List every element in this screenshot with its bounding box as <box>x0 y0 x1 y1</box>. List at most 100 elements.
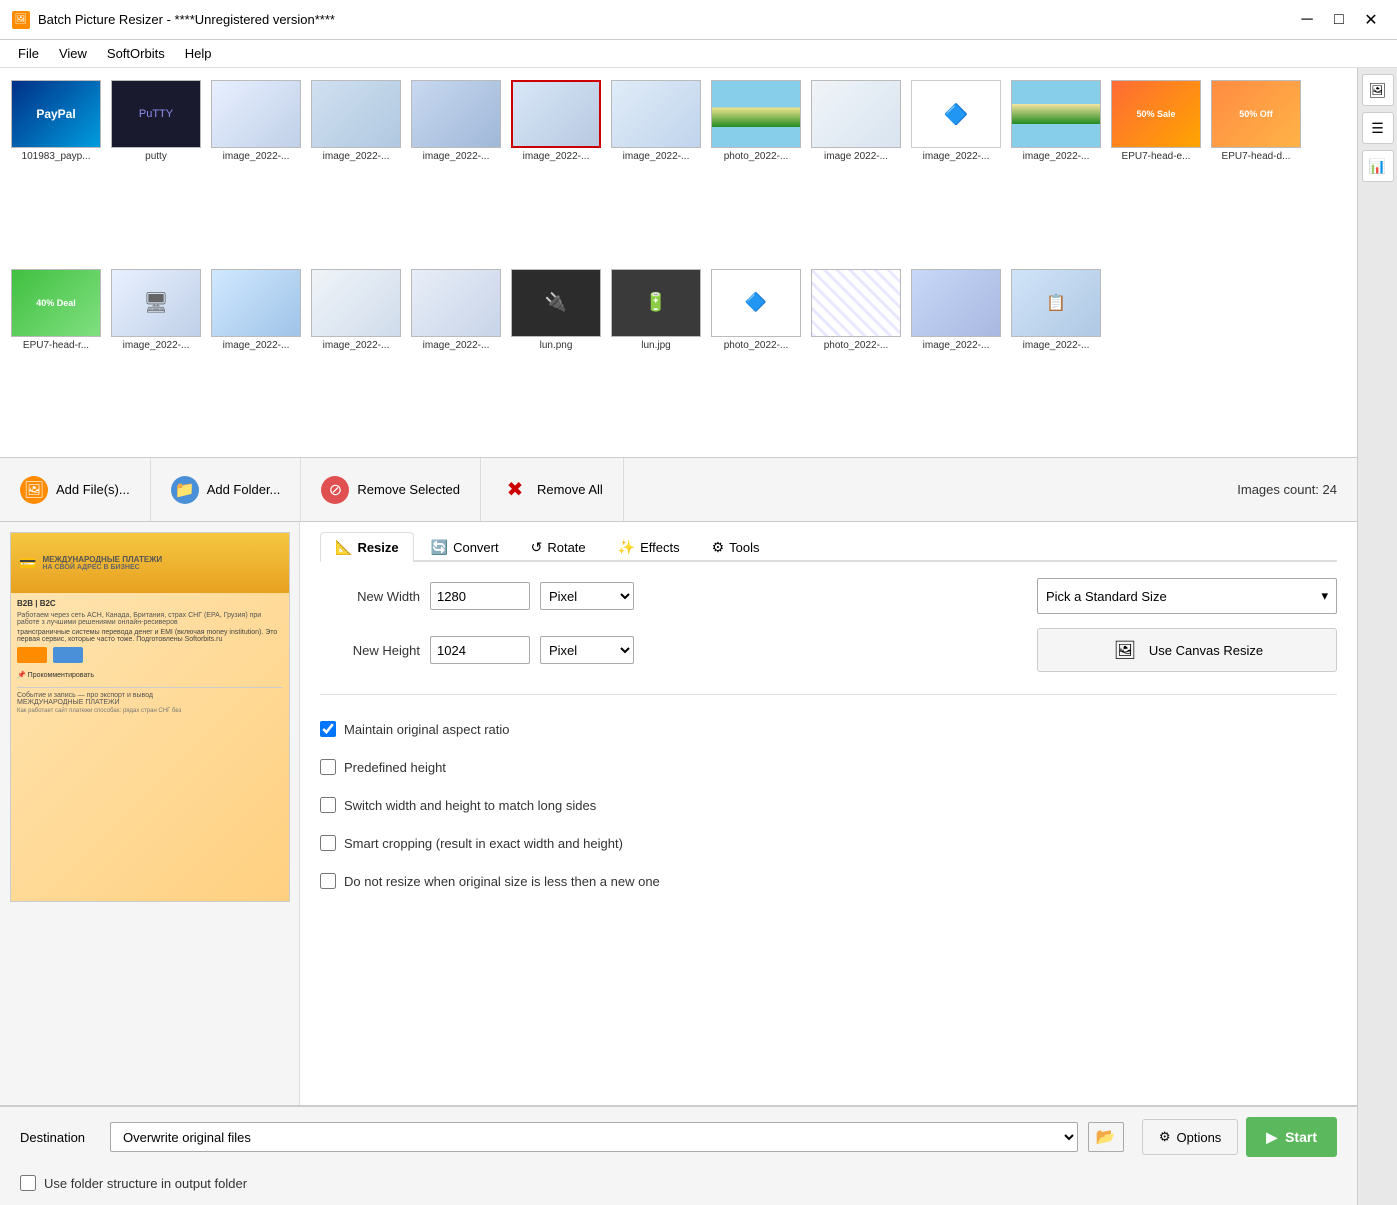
new-width-unit-select[interactable]: Pixel Percent Centimeter Inch <box>540 582 634 610</box>
standard-size-dropdown[interactable]: Pick a Standard Size ▾ <box>1037 578 1337 614</box>
thumbnail: 🔋 <box>611 269 701 337</box>
thumbnails-icon: 🖼 <box>1369 82 1387 99</box>
list-item[interactable]: 🖥 image_2022-... <box>108 265 204 450</box>
smart-cropping-label[interactable]: Smart cropping (result in exact width an… <box>344 836 623 851</box>
list-item[interactable]: image_2022-... <box>208 265 304 450</box>
list-item[interactable]: image_2022-... <box>408 265 504 450</box>
smart-cropping-checkbox[interactable] <box>320 835 336 851</box>
tab-resize[interactable]: 📐 Resize <box>320 532 414 562</box>
thumb-label: image_2022-... <box>223 151 290 162</box>
list-item[interactable]: photo_2022-... <box>708 76 804 261</box>
thumbnail <box>311 80 401 148</box>
remove-all-button[interactable]: ✖ Remove All <box>481 458 624 521</box>
resize-form: New Width Pixel Percent Centimeter Inch <box>320 578 1337 893</box>
menu-file[interactable]: File <box>8 42 49 65</box>
list-item[interactable]: image_2022-... <box>1008 76 1104 261</box>
sidebar-thumbnails-button[interactable]: 🖼 <box>1362 74 1394 106</box>
thumb-label: image_2022-... <box>923 151 990 162</box>
menu-view[interactable]: View <box>49 42 97 65</box>
destination-select[interactable]: Overwrite original files Save to folder … <box>110 1122 1078 1152</box>
remove-selected-button[interactable]: ⊘ Remove Selected <box>301 458 481 521</box>
sidebar-grid-button[interactable]: 📊 <box>1362 150 1394 182</box>
thumbnail <box>811 80 901 148</box>
thumb-label: lun.jpg <box>641 340 670 351</box>
divider <box>320 694 1337 695</box>
options-label: Options <box>1177 1130 1222 1145</box>
thumb-label: image_2022-... <box>123 340 190 351</box>
tab-convert[interactable]: 🔄 Convert <box>416 532 514 562</box>
menu-help[interactable]: Help <box>175 42 222 65</box>
tab-tools[interactable]: ⚙ Tools <box>697 532 775 562</box>
thumbnail: 🔌 <box>511 269 601 337</box>
tools-tab-icon: ⚙ <box>712 539 725 556</box>
tab-effects[interactable]: ✨ Effects <box>603 532 695 562</box>
list-item[interactable]: 🔷 photo_2022-... <box>708 265 804 450</box>
thumb-label: image 2022-... <box>824 151 888 162</box>
tab-rotate[interactable]: ↺ Rotate <box>516 532 601 562</box>
remove-all-icon: ✖ <box>501 476 529 504</box>
list-item[interactable]: image_2022-... <box>308 265 404 450</box>
no-resize-label[interactable]: Do not resize when original size is less… <box>344 874 660 889</box>
window-title: Batch Picture Resizer - ****Unregistered… <box>38 12 335 27</box>
start-button[interactable]: ▶ Start <box>1246 1117 1337 1157</box>
list-item[interactable]: image_2022-... <box>208 76 304 261</box>
list-item[interactable]: image_2022-... <box>508 76 604 261</box>
list-item[interactable]: image_2022-... <box>308 76 404 261</box>
switch-wh-label[interactable]: Switch width and height to match long si… <box>344 798 596 813</box>
list-item[interactable]: 🔋 lun.jpg <box>608 265 704 450</box>
list-item[interactable]: PayPal 101983_payp... <box>8 76 104 261</box>
thumb-label: EPU7-head-r... <box>23 340 89 351</box>
list-item[interactable]: image_2022-... <box>408 76 504 261</box>
list-item[interactable]: 🔌 lun.png <box>508 265 604 450</box>
list-item[interactable]: 50% Sale EPU7-head-e... <box>1108 76 1204 261</box>
new-height-unit-select[interactable]: Pixel Percent Centimeter Inch <box>540 636 634 664</box>
maintain-aspect-checkbox[interactable] <box>320 721 336 737</box>
standard-size-label: Pick a Standard Size <box>1046 589 1167 604</box>
thumbnail: 📋 <box>1011 269 1101 337</box>
browse-destination-button[interactable]: 📂 <box>1088 1122 1124 1152</box>
no-resize-checkbox[interactable] <box>320 873 336 889</box>
new-width-input[interactable] <box>430 582 530 610</box>
minimize-button[interactable]: ─ <box>1293 6 1321 34</box>
list-item[interactable]: image_2022-... <box>608 76 704 261</box>
list-item[interactable]: photo_2022-... <box>808 265 904 450</box>
add-files-button[interactable]: 🖼 Add File(s)... <box>0 458 151 521</box>
menu-bar: File View SoftOrbits Help <box>0 40 1397 68</box>
maintain-aspect-label[interactable]: Maintain original aspect ratio <box>344 722 509 737</box>
canvas-resize-button[interactable]: 🖼 Use Canvas Resize <box>1037 628 1337 672</box>
close-button[interactable]: ✕ <box>1357 6 1385 34</box>
list-item[interactable]: image 2022-... <box>808 76 904 261</box>
list-item[interactable]: image_2022-... <box>908 265 1004 450</box>
options-button[interactable]: ⚙ Options <box>1142 1119 1238 1155</box>
image-gallery: PayPal 101983_payp... PuTTY putty image_… <box>0 68 1357 458</box>
switch-wh-checkbox[interactable] <box>320 797 336 813</box>
list-item[interactable]: 📋 image_2022-... <box>1008 265 1104 450</box>
folder-structure-label[interactable]: Use folder structure in output folder <box>44 1176 247 1191</box>
new-height-input[interactable] <box>430 636 530 664</box>
resize-tab-icon: 📐 <box>335 539 352 556</box>
thumb-label: image_2022-... <box>1023 340 1090 351</box>
tab-tools-label: Tools <box>729 540 759 555</box>
folder-structure-checkbox[interactable] <box>20 1175 36 1191</box>
thumb-label: putty <box>145 151 167 162</box>
play-icon: ▶ <box>1266 1129 1277 1146</box>
add-folder-button[interactable]: 📁 Add Folder... <box>151 458 302 521</box>
folder-structure-row: Use folder structure in output folder <box>0 1167 1357 1205</box>
list-item[interactable]: PuTTY putty <box>108 76 204 261</box>
thumb-label: image_2022-... <box>423 340 490 351</box>
tab-convert-label: Convert <box>453 540 499 555</box>
predefined-height-label[interactable]: Predefined height <box>344 760 446 775</box>
thumbnail <box>611 80 701 148</box>
list-item[interactable]: 50% Off EPU7-head-d... <box>1208 76 1304 261</box>
thumb-label: image_2022-... <box>623 151 690 162</box>
list-icon: ☰ <box>1371 120 1384 137</box>
new-height-label: New Height <box>320 643 420 658</box>
menu-softorbits[interactable]: SoftOrbits <box>97 42 175 65</box>
list-item[interactable]: 🔷 image_2022-... <box>908 76 1004 261</box>
bottom-bar: Destination Overwrite original files Sav… <box>0 1105 1357 1205</box>
sidebar-list-button[interactable]: ☰ <box>1362 112 1394 144</box>
maximize-button[interactable]: □ <box>1325 6 1353 34</box>
list-item[interactable]: 40% Deal EPU7-head-r... <box>8 265 104 450</box>
thumb-label: photo_2022-... <box>824 340 889 351</box>
predefined-height-checkbox[interactable] <box>320 759 336 775</box>
